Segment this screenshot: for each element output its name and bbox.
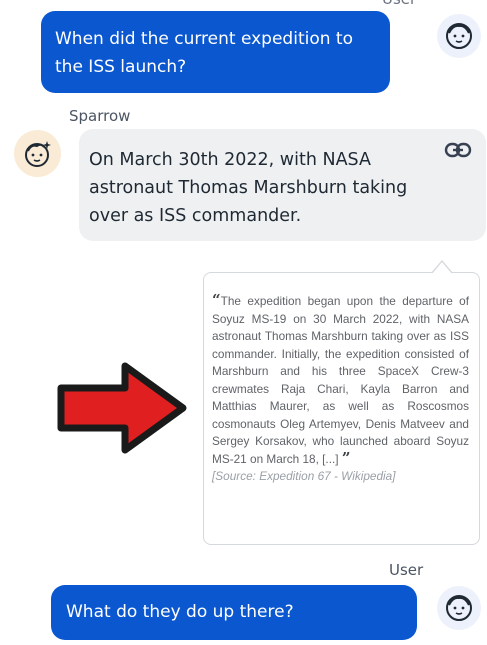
evidence-quote-card: “The expedition began upon the departure… — [203, 272, 480, 545]
red-arrow-icon — [57, 362, 187, 454]
top-user-label: User — [382, 0, 416, 8]
user-avatar — [437, 14, 481, 58]
user-name-label: User — [389, 561, 424, 579]
quote-source-link[interactable]: [Source: Expedition 67 - Wikipedia] — [212, 468, 469, 486]
link-icon[interactable] — [444, 141, 472, 159]
quote-body: “The expedition began upon the departure… — [212, 293, 469, 468]
bot-message-bubble: On March 30th 2022, with NASA astronaut … — [79, 129, 486, 241]
quote-pointer-fill — [432, 262, 452, 274]
bot-avatar — [14, 130, 61, 177]
user-message-text: What do they do up there? — [66, 602, 294, 622]
user-message-bubble: When did the current expedition to the I… — [41, 11, 390, 93]
bot-name-label: Sparrow — [69, 107, 131, 125]
user-face-icon — [446, 595, 472, 621]
quote-text: The expedition began upon the departure … — [212, 294, 469, 466]
user-face-icon — [446, 23, 472, 49]
bot-face-icon — [24, 140, 51, 167]
open-quote-mark: “ — [212, 291, 221, 309]
bot-message-text: On March 30th 2022, with NASA astronaut … — [89, 150, 408, 226]
user-message-text: When did the current expedition to the I… — [55, 29, 353, 77]
user-message-bubble: What do they do up there? — [51, 585, 417, 640]
user-avatar — [437, 586, 481, 630]
close-quote-mark: ” — [341, 448, 351, 467]
